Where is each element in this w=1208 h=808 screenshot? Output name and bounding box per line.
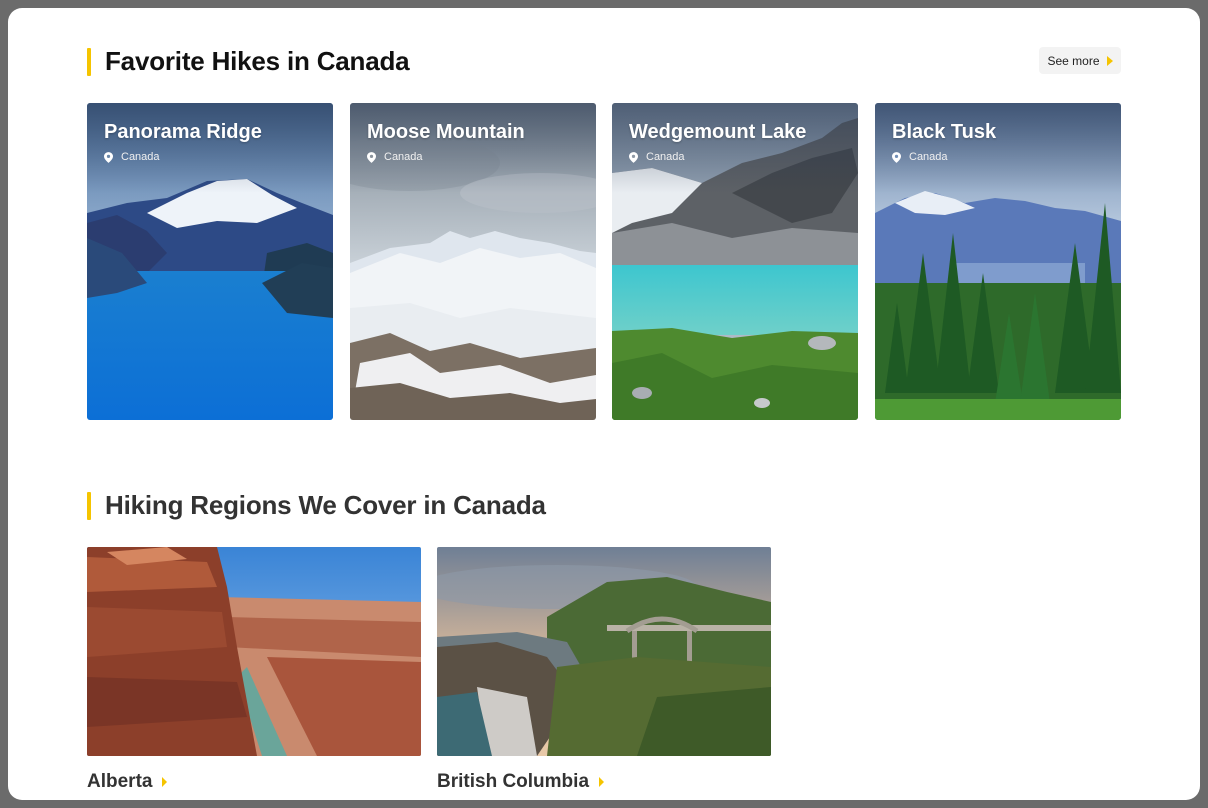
accent-bar [87,491,91,520]
region-photo [437,547,771,756]
regions-section-title: Hiking Regions We Cover in Canada [105,490,546,520]
hike-location-text: Canada [121,151,160,163]
hike-card-wedgemount-lake[interactable]: Wedgemount Lake Canada [612,103,858,420]
location-pin-icon [367,151,376,163]
region-name-text: British Columbia [437,771,590,792]
canyon-photo [87,547,421,756]
title-shade [875,103,1121,193]
title-shade [612,103,858,193]
location-pin-icon [892,151,901,163]
hike-title: Panorama Ridge [104,121,262,143]
title-shade [350,103,596,193]
location-pin-icon [629,151,638,163]
region-card-british-columbia[interactable]: British Columbia [437,547,771,793]
hike-location: Canada [104,151,160,163]
chevron-right-icon [599,777,605,787]
hikes-section-header: Favorite Hikes in Canada [87,46,410,77]
chevron-right-icon [1106,55,1113,66]
regions-section-header: Hiking Regions We Cover in Canada [87,490,546,521]
see-more-button[interactable]: See more [1039,47,1121,74]
title-shade [87,103,333,193]
hike-title: Black Tusk [892,121,997,143]
hike-location: Canada [367,151,423,163]
region-name[interactable]: British Columbia [437,771,771,793]
hike-location: Canada [892,151,948,163]
region-card-alberta[interactable]: Alberta [87,547,421,793]
hike-title: Wedgemount Lake [629,121,807,143]
region-name-text: Alberta [87,771,153,792]
hikes-section-title: Favorite Hikes in Canada [105,46,410,76]
coastal-bridge-photo [437,547,771,756]
chevron-right-icon [162,777,168,787]
hike-location-text: Canada [646,151,685,163]
accent-bar [87,47,91,76]
hike-location-text: Canada [384,151,423,163]
hike-location: Canada [629,151,685,163]
region-photo [87,547,421,756]
page: Favorite Hikes in Canada See more Panora… [8,8,1200,800]
hike-card-moose-mountain[interactable]: Moose Mountain Canada [350,103,596,420]
hike-location-text: Canada [909,151,948,163]
hike-card-panorama-ridge[interactable]: Panorama Ridge Canada [87,103,333,420]
see-more-label: See more [1047,53,1100,68]
region-name[interactable]: Alberta [87,771,421,793]
hike-card-black-tusk[interactable]: Black Tusk Canada [875,103,1121,420]
location-pin-icon [104,151,113,163]
hike-title: Moose Mountain [367,121,525,143]
